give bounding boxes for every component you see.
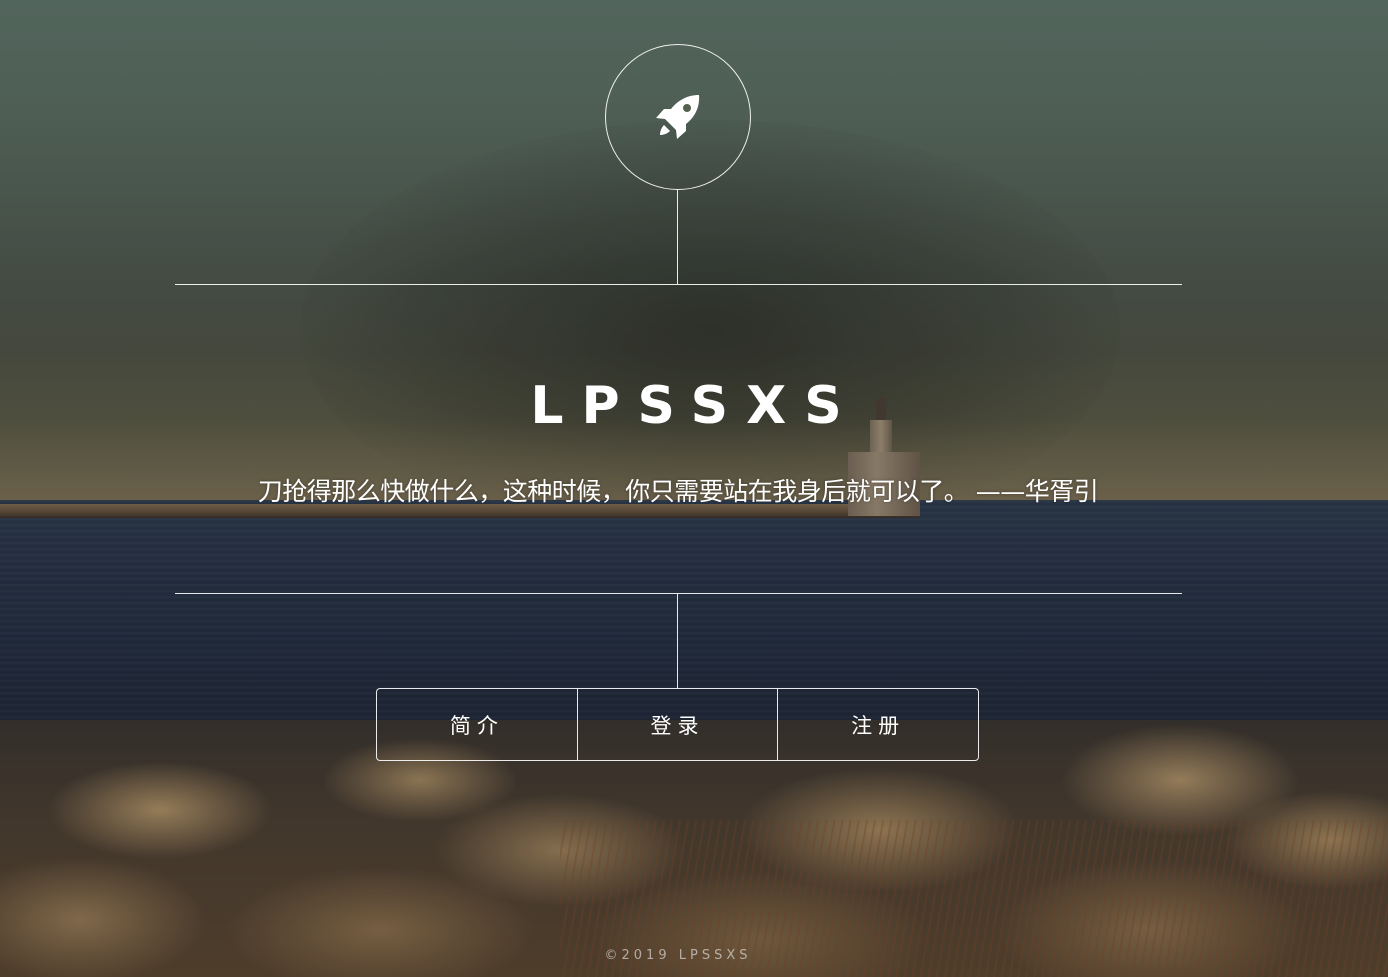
connector-line-top (677, 189, 678, 284)
rocket-icon (656, 95, 700, 139)
site-title: LPSSXS (530, 376, 860, 436)
tagline-quote: 刀抢得那么快做什么，这种时候，你只需要站在我身后就可以了。 ——华胥引 (257, 477, 1099, 506)
nav-register-button[interactable]: 注册 (777, 689, 978, 760)
header-divider (175, 284, 1182, 285)
logo (605, 44, 751, 190)
nav-login-button[interactable]: 登录 (576, 689, 778, 760)
connector-line-bottom (677, 593, 678, 688)
nav-intro-button[interactable]: 简介 (377, 689, 577, 760)
main-nav: 简介 登录 注册 (376, 688, 979, 761)
footer-copyright: ©2019 LPSSXS (604, 948, 752, 963)
content-divider (175, 593, 1182, 594)
